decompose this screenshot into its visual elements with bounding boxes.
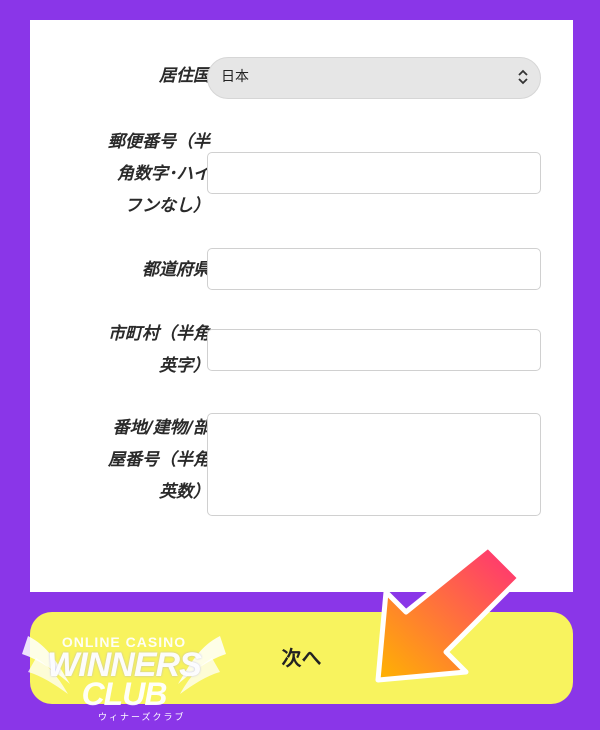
winners-club-logo: ONLINE CASINO WINNERS CLUB ウィナーズクラブ [18,624,230,724]
address-label: 番地/建物/部 屋番号（半角 英数） [108,418,210,502]
prefecture-input[interactable] [207,248,541,290]
next-button-label: 次へ [281,646,322,670]
address-form-card: 居住国 日本 郵便番号（半 角数字･ハイ フンなし） 都道府県 市町村（半角 英… [30,20,573,592]
prefecture-label: 都道府県 [142,260,210,280]
address-textarea[interactable] [207,413,541,516]
logo-line3: CLUB [81,676,168,712]
logo-kana: ウィナーズクラブ [98,713,186,723]
country-label: 居住国 [159,66,210,86]
pointer-arrow-icon [375,543,523,683]
country-select[interactable]: 日本 [207,57,541,99]
city-label: 市町村（半角 英字） [108,324,210,376]
select-chevron-icon [518,69,528,85]
country-select-value: 日本 [221,69,249,85]
postal-label: 郵便番号（半 角数字･ハイ フンなし） [108,132,210,216]
postal-code-input[interactable] [207,152,541,194]
city-input[interactable] [207,329,541,371]
